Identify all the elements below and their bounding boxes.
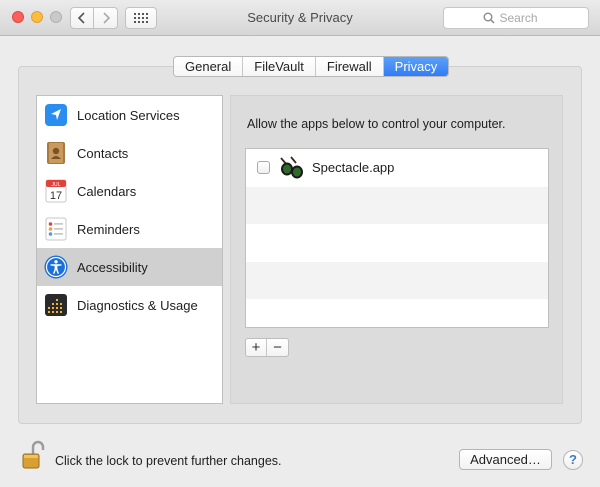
lock-icon[interactable] xyxy=(21,440,45,470)
calendar-icon: JUL 17 xyxy=(44,179,68,203)
grid-icon xyxy=(134,13,148,23)
close-window-button[interactable] xyxy=(12,11,24,23)
preferences-window: Security & Privacy General FileVault Fir… xyxy=(0,0,600,487)
sidebar-item-accessibility[interactable]: Accessibility xyxy=(37,248,222,286)
location-arrow-icon xyxy=(44,103,68,127)
accessibility-content: Allow the apps below to control your com… xyxy=(230,95,563,404)
reminders-list-icon xyxy=(44,217,68,241)
tab-filevault[interactable]: FileVault xyxy=(243,57,316,76)
privacy-sidebar: Location Services Contacts JUL 17 Calend… xyxy=(36,95,223,404)
sidebar-item-reminders[interactable]: Reminders xyxy=(37,210,222,248)
calendar-day-text: 17 xyxy=(50,190,62,202)
search-field[interactable] xyxy=(443,7,589,29)
app-checkbox[interactable] xyxy=(257,161,270,175)
list-item xyxy=(246,224,548,262)
lock-instruction: Click the lock to prevent further change… xyxy=(55,454,282,468)
sidebar-item-calendars[interactable]: JUL 17 Calendars xyxy=(37,172,222,210)
sidebar-item-label: Accessibility xyxy=(77,259,148,275)
app-name: Spectacle.app xyxy=(312,160,395,176)
search-input[interactable] xyxy=(499,11,550,25)
sidebar-item-contacts[interactable]: Contacts xyxy=(37,134,222,172)
sidebar-item-diagnostics-usage[interactable]: Diagnostics & Usage xyxy=(37,286,222,324)
instruction-text: Allow the apps below to control your com… xyxy=(247,117,506,131)
sidebar-item-label: Contacts xyxy=(77,145,129,161)
show-all-button[interactable] xyxy=(125,7,157,29)
sidebar-item-location-services[interactable]: Location Services xyxy=(37,96,222,134)
app-row-spectacle[interactable]: Spectacle.app xyxy=(246,149,548,187)
diagnostics-icon xyxy=(44,293,68,317)
sidebar-item-label: Diagnostics & Usage xyxy=(77,297,198,313)
add-app-button[interactable]: + xyxy=(246,339,267,356)
advanced-button[interactable]: Advanced… xyxy=(459,449,552,470)
glasses-icon xyxy=(280,156,303,179)
tab-firewall[interactable]: Firewall xyxy=(315,57,384,76)
contacts-book-icon xyxy=(44,141,68,165)
add-remove-control: + − xyxy=(245,338,289,357)
app-list: Spectacle.app xyxy=(245,148,549,328)
back-button[interactable] xyxy=(70,7,94,29)
tab-privacy[interactable]: Privacy xyxy=(383,57,449,76)
minimize-window-button[interactable] xyxy=(31,11,43,23)
sidebar-item-label: Reminders xyxy=(77,221,140,237)
list-item xyxy=(246,186,548,225)
sidebar-item-label: Calendars xyxy=(77,183,137,199)
accessibility-icon xyxy=(44,255,68,279)
help-button[interactable]: ? xyxy=(563,450,583,470)
calendar-month-text: JUL xyxy=(52,182,61,188)
forward-button[interactable] xyxy=(94,7,118,29)
tab-general[interactable]: General xyxy=(174,57,244,76)
zoom-window-button[interactable] xyxy=(50,11,62,23)
search-icon xyxy=(483,12,495,24)
chevron-right-icon xyxy=(102,12,110,24)
toolbar: Security & Privacy xyxy=(0,0,600,36)
list-item xyxy=(246,261,548,300)
remove-app-button[interactable]: − xyxy=(267,339,288,356)
sidebar-item-label: Location Services xyxy=(77,107,180,123)
tab-bar: General FileVault Firewall Privacy xyxy=(173,56,450,77)
chevron-left-icon xyxy=(77,12,85,24)
